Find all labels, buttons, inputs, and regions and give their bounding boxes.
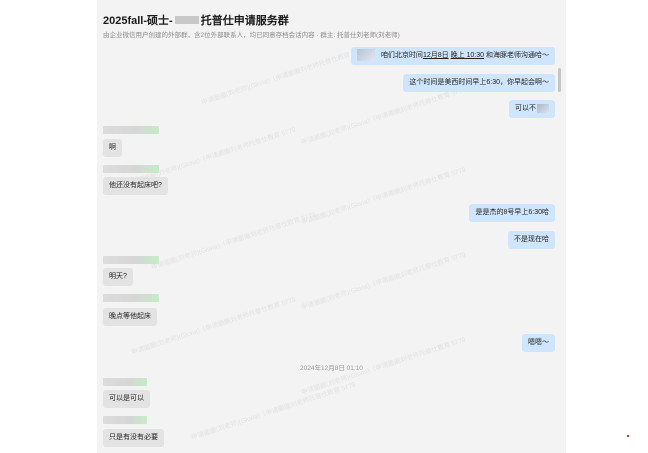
chat-panel: 申请圈圈(刘老师)(Gloria)（申请圈圈刘老师托普仕教育 5779 申请圈圈…: [97, 0, 566, 453]
message-timestamp: 2024年12月8日 01:10: [300, 365, 363, 372]
chat-header: 2025fall-硕士- 托普仕申请服务群 由企业微信用户创建的外部群，含2位外部…: [97, 0, 566, 42]
watermark: 申请圈圈(刘老师)(Gloria)（申请圈圈刘老师托普仕教育 5779: [300, 251, 467, 312]
message-bubble-outgoing[interactable]: 这个时间是美西时间早上6:30，你早起会啊～: [403, 74, 555, 92]
sender-name-redacted: [103, 416, 147, 424]
message-bubble-incoming[interactable]: 晚点等他起床: [103, 308, 157, 326]
message-bubble-outgoing[interactable]: 嗯嗯～: [522, 334, 555, 352]
time-link[interactable]: 晚上 10:30: [451, 52, 484, 59]
message-bubble-outgoing[interactable]: 是是杰的8号早上6:30哈: [469, 204, 555, 222]
group-title-suffix: 托普仕申请服务群: [200, 15, 289, 27]
message-bubble-outgoing[interactable]: 咱们北京时间12月8日 晚上 10:30 和海豚老师沟通哈～: [350, 47, 555, 65]
message-bubble-incoming[interactable]: 啊: [103, 139, 122, 157]
watermark: 申请圈圈(刘老师)(Gloria)（申请圈圈刘老师托普仕教育 5779: [150, 211, 317, 272]
group-title: 2025fall-硕士- 托普仕申请服务群: [103, 12, 289, 28]
message-bubble-incoming[interactable]: 可以是可以: [103, 390, 150, 408]
message-bubble-outgoing[interactable]: 不是现在哈: [508, 231, 555, 249]
redacted-avatar: [356, 49, 375, 62]
watermark: 申请圈圈(刘老师)(Gloria)（申请圈圈刘老师托普仕教育 5779: [300, 86, 467, 147]
scrollbar[interactable]: [558, 68, 561, 92]
sender-name-redacted: [103, 256, 159, 264]
message-bubble-incoming[interactable]: 只是有没有必要: [103, 429, 164, 447]
redacted-text: [537, 103, 549, 113]
redacted-name: [174, 16, 199, 24]
sender-name-redacted: [103, 165, 159, 173]
sender-name-redacted: [103, 378, 147, 386]
group-subtitle: 由企业微信用户创建的外部群，含2位外部联系人，均已同意存档会话内容 · 群主: …: [103, 32, 400, 39]
message-bubble-incoming[interactable]: 他还没有起床吧?: [103, 177, 168, 195]
sender-name-redacted: [103, 294, 159, 302]
sender-name-redacted: [103, 126, 159, 134]
watermark: 申请圈圈(刘老师)(Gloria)（申请圈圈刘老师托普仕教育 5779: [300, 166, 467, 227]
red-dot: [627, 435, 629, 437]
watermark: 申请圈圈(刘老师)(Gloria)（申请圈圈刘老师托普仕教育 5779: [200, 46, 367, 107]
date-link[interactable]: 12月8日: [423, 52, 449, 59]
message-bubble-outgoing[interactable]: 可以不: [509, 100, 555, 118]
message-bubble-incoming[interactable]: 明天?: [103, 268, 133, 286]
watermark: 申请圈圈(刘老师)(Gloria)（申请圈圈刘老师托普仕教育 5779: [190, 381, 357, 442]
group-title-prefix: 2025fall-硕士-: [103, 15, 173, 27]
